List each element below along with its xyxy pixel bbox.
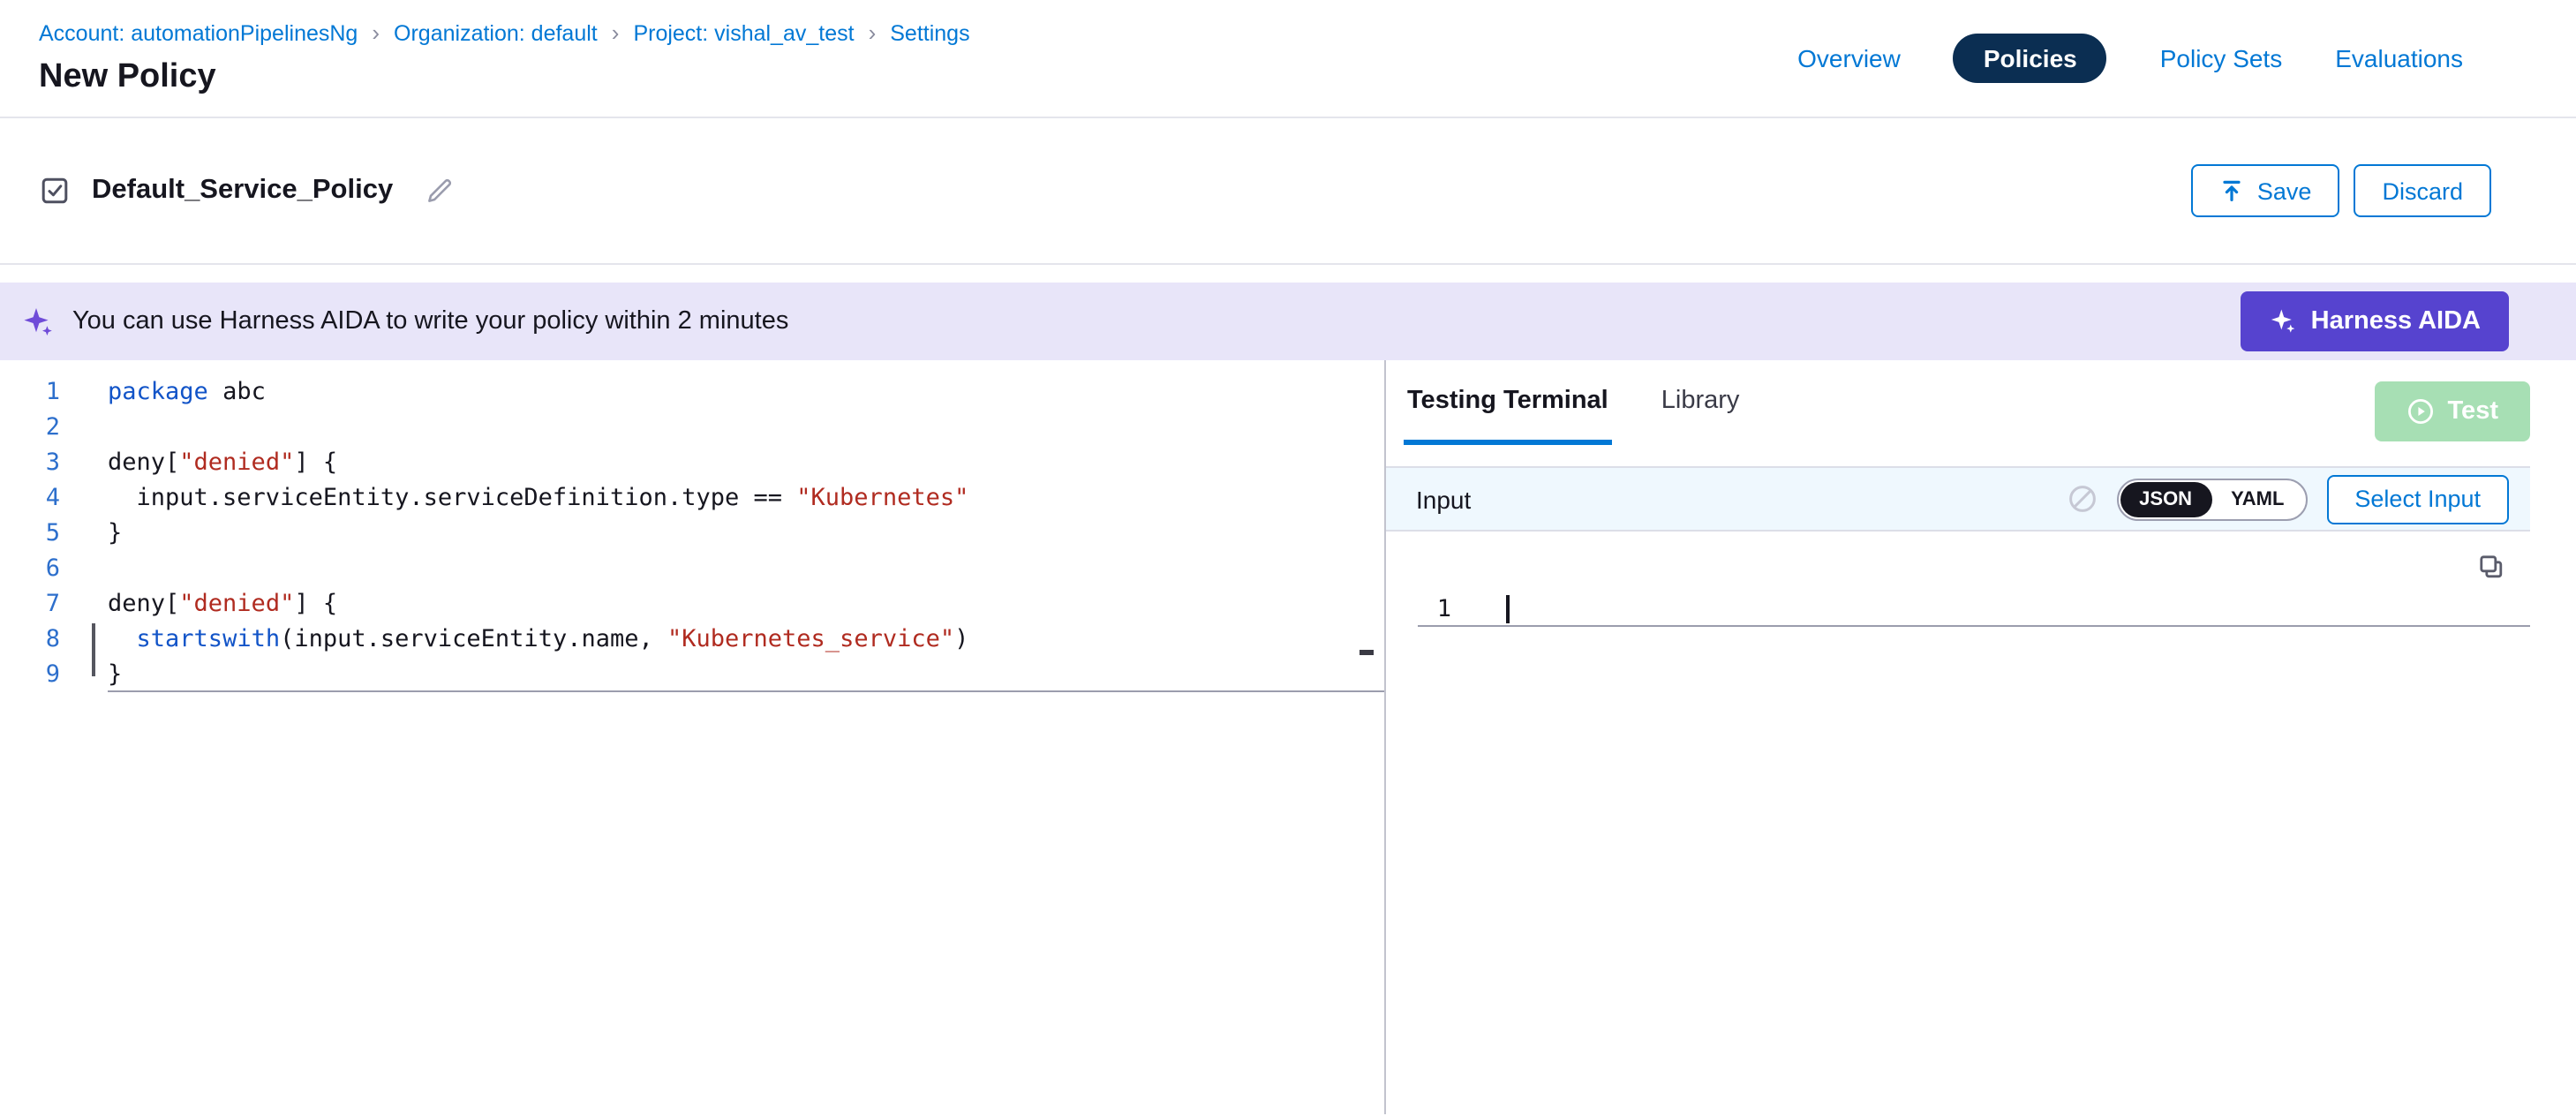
select-input-button-label: Select Input [2354, 486, 2481, 512]
breadcrumb-settings[interactable]: Settings [890, 20, 969, 45]
testing-terminal-panel: Testing Terminal Library Test Input JSO [1386, 360, 2576, 1114]
line-number: 9 [0, 657, 60, 692]
tab-evaluations[interactable]: Evaluations [2335, 44, 2463, 72]
tab-overview[interactable]: Overview [1797, 44, 1901, 72]
code-token: } [108, 660, 122, 689]
code-token: ) [954, 625, 968, 653]
edit-pencil-icon[interactable] [425, 177, 453, 205]
save-button-label: Save [2257, 177, 2312, 204]
tab-policy-sets[interactable]: Policy Sets [2160, 44, 2283, 72]
code-line: 6 [0, 551, 1384, 586]
code-token: (input.serviceEntity.name, [280, 625, 667, 653]
code-line: 9 } [0, 657, 1384, 692]
line-number: 1 [0, 374, 60, 410]
breadcrumb-organization[interactable]: Organization: default [394, 20, 598, 45]
editor-caret [92, 623, 94, 676]
tab-library[interactable]: Library [1658, 360, 1744, 445]
discard-button-label: Discard [2382, 177, 2463, 204]
code-token: package [108, 378, 208, 406]
code-token: abc [208, 378, 266, 406]
breadcrumb-separator: › [612, 19, 620, 46]
policy-name: Default_Service_Policy [92, 175, 393, 207]
code-line: 2 [0, 410, 1384, 445]
play-icon [2407, 397, 2436, 426]
line-number: 4 [0, 480, 60, 516]
aida-sparkle-icon [2269, 307, 2297, 336]
line-number: 7 [0, 586, 60, 622]
code-line: 4 input.serviceEntity.serviceDefinition.… [0, 480, 1384, 516]
page-header: Account: automationPipelinesNg › Organiz… [0, 0, 2576, 118]
status-circle-icon [2067, 484, 2097, 514]
test-button-label: Test [2448, 397, 2499, 426]
code-token: deny[ [108, 590, 179, 618]
code-token: "denied" [179, 590, 294, 618]
main-content: 1 package abc 2 3 deny["denied"] { 4 inp… [0, 360, 2576, 1114]
code-line: 8 startswith(input.serviceEntity.name, "… [0, 622, 1384, 657]
overview-ruler-mark [1360, 650, 1374, 655]
line-number: 1 [1418, 594, 1451, 622]
code-token: startswith [137, 625, 281, 653]
json-editor-line: 1 [1418, 592, 2530, 627]
discard-button[interactable]: Discard [2354, 164, 2491, 217]
code-token: } [108, 519, 122, 547]
aida-banner-message: You can use Harness AIDA to write your p… [72, 307, 788, 336]
section-spacer [0, 265, 2576, 283]
code-line: 5 } [0, 516, 1384, 551]
input-panel-header: Input JSON YAML Select Input [1386, 466, 2530, 532]
editor-caret [1506, 594, 1509, 622]
line-number: 3 [0, 445, 60, 480]
save-button[interactable]: Save [2192, 164, 2340, 217]
code-line: 1 package abc [0, 374, 1384, 410]
harness-aida-button-label: Harness AIDA [2311, 307, 2481, 336]
sparkle-icon [21, 305, 55, 338]
line-number: 6 [0, 551, 60, 586]
format-toggle: JSON YAML [2116, 478, 2307, 520]
code-token: deny[ [108, 449, 179, 477]
test-button[interactable]: Test [2376, 381, 2531, 441]
tab-policies[interactable]: Policies [1954, 34, 2107, 83]
code-token: input.serviceEntity.serviceDefinition.ty… [108, 484, 796, 512]
breadcrumb-separator: › [372, 19, 380, 46]
copy-icon[interactable] [2477, 553, 2505, 590]
code-line: 7 deny["denied"] { [0, 586, 1384, 622]
current-line-underline [108, 690, 1384, 692]
code-line: 3 deny["denied"] { [0, 445, 1384, 480]
terminal-tabs: Testing Terminal Library Test [1404, 360, 2530, 445]
policy-check-icon [39, 175, 71, 207]
input-json-editor[interactable]: 1 [1404, 532, 2530, 1114]
aida-banner: You can use Harness AIDA to write your p… [0, 283, 2576, 360]
code-token [108, 625, 137, 653]
code-token: "denied" [179, 449, 294, 477]
line-number: 5 [0, 516, 60, 551]
input-panel-title: Input [1416, 485, 1471, 513]
format-option-yaml[interactable]: YAML [2211, 481, 2303, 517]
line-number: 8 [0, 622, 60, 657]
breadcrumb-project[interactable]: Project: vishal_av_test [633, 20, 854, 45]
policy-editor-page: Account: automationPipelinesNg › Organiz… [0, 0, 2576, 1116]
code-token: ] { [294, 449, 337, 477]
upload-icon [2220, 178, 2245, 203]
tab-testing-terminal[interactable]: Testing Terminal [1404, 360, 1612, 445]
code-token: "Kubernetes" [796, 484, 968, 512]
policy-top-nav: Overview Policies Policy Sets Evaluation… [1797, 34, 2463, 83]
code-token: ] { [294, 590, 337, 618]
policy-toolbar: Default_Service_Policy Save Discard [0, 118, 2576, 265]
policy-code-editor[interactable]: 1 package abc 2 3 deny["denied"] { 4 inp… [0, 360, 1386, 1114]
breadcrumb-separator: › [869, 19, 877, 46]
breadcrumb-account[interactable]: Account: automationPipelinesNg [39, 20, 358, 45]
code-token: "Kubernetes_service" [667, 625, 954, 653]
format-option-json[interactable]: JSON [2120, 481, 2211, 517]
select-input-button[interactable]: Select Input [2326, 474, 2509, 524]
harness-aida-button[interactable]: Harness AIDA [2241, 291, 2509, 351]
line-number: 2 [0, 410, 60, 445]
